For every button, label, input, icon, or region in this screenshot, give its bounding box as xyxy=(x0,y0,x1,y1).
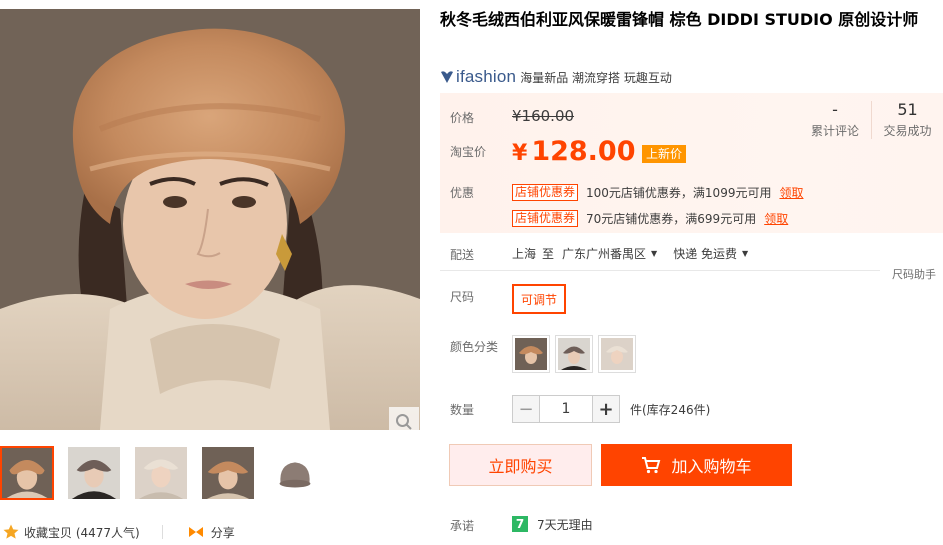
ship-to-word: 至 xyxy=(542,247,555,261)
original-price: ¥160.00 xyxy=(512,107,575,125)
shipping-method-text: 快递 免运费 xyxy=(673,247,738,261)
taobao-price-label: 淘宝价 xyxy=(450,145,487,159)
color-label: 颜色分类 xyxy=(450,340,499,354)
coupon-tag: 店铺优惠券 xyxy=(512,184,579,201)
coupon-tag: 店铺优惠券 xyxy=(512,210,579,227)
chevron-down-icon: ▼ xyxy=(742,249,749,258)
star-icon xyxy=(3,524,19,539)
size-helper-link[interactable]: 尺码助手 xyxy=(892,266,936,282)
chevron-down-icon: ▼ xyxy=(651,249,658,258)
seven-day-return-icon: 7 xyxy=(512,516,528,532)
size-label: 尺码 xyxy=(450,290,475,304)
coupon-row-1: 店铺优惠券 100元店铺优惠券，满1099元可用 领取 xyxy=(512,184,803,201)
claim-coupon-link[interactable]: 领取 xyxy=(764,210,788,227)
color-swatch-cream[interactable] xyxy=(598,335,636,373)
share-icon xyxy=(188,527,203,537)
reviews-count: - xyxy=(832,100,838,119)
quantity-stepper: − 1 + xyxy=(512,395,620,423)
current-price: ¥128.00 xyxy=(512,137,636,169)
thumbnail-3[interactable] xyxy=(134,446,188,500)
coupon-row-2: 店铺优惠券 70元店铺优惠券，满699元可用 领取 xyxy=(512,210,788,227)
destination-text: 广东广州番禺区 xyxy=(562,247,647,261)
model-photo xyxy=(0,9,420,430)
promise-text[interactable]: 7天无理由 xyxy=(537,516,593,533)
ifashion-logo-icon xyxy=(441,71,453,83)
destination-select[interactable]: 广东广州番禺区 ▼ xyxy=(562,245,657,262)
add-to-cart-button[interactable]: 加入购物车 xyxy=(601,444,792,486)
coupon-text: 70元店铺优惠券，满699元可用 xyxy=(586,212,757,226)
ship-from: 上海 xyxy=(512,247,537,261)
coupon-text: 100元店铺优惠券，满1099元可用 xyxy=(586,186,772,200)
size-option-adjustable[interactable]: 可调节 xyxy=(512,284,566,314)
main-product-image[interactable] xyxy=(0,9,420,430)
stats-box: - 累计评论 51 交易成功 xyxy=(799,101,943,139)
thumbnail-1[interactable] xyxy=(0,446,54,500)
zoom-button[interactable] xyxy=(389,407,419,430)
thumbnail-4[interactable] xyxy=(201,446,255,500)
stat-sales[interactable]: 51 交易成功 xyxy=(871,101,943,139)
product-title: 秋冬毛绒西伯利亚风保暖雷锋帽 棕色 DIDDI STUDIO 原创设计师 xyxy=(440,10,919,29)
thumbnail-5[interactable] xyxy=(268,446,322,500)
promo-label: 优惠 xyxy=(450,186,475,200)
favorite-link[interactable]: 收藏宝贝 (4477人气) xyxy=(2,523,140,541)
sales-count: 51 xyxy=(897,100,918,119)
cart-icon xyxy=(641,456,661,474)
gallery-actions: 收藏宝贝 (4477人气) 分享 xyxy=(0,521,420,543)
claim-coupon-link[interactable]: 领取 xyxy=(779,184,803,201)
decrease-button[interactable]: − xyxy=(512,395,540,423)
share-link[interactable]: 分享 xyxy=(187,524,235,541)
favorite-text: 收藏宝贝 (4477人气) xyxy=(24,525,140,540)
magnifier-icon xyxy=(396,414,412,430)
thumbnail-2[interactable] xyxy=(67,446,121,500)
brand-logo[interactable]: ifashion xyxy=(456,67,516,87)
shipping-row: 上海 至 广东广州番禺区 ▼ 快递 免运费 ▼ xyxy=(512,245,748,262)
quantity-input[interactable]: 1 xyxy=(540,395,592,423)
sales-label: 交易成功 xyxy=(883,124,932,138)
price-label: 价格 xyxy=(450,111,475,125)
buy-now-button[interactable]: 立即购买 xyxy=(449,444,592,486)
current-price-value: 128.00 xyxy=(531,136,636,167)
color-swatch-brown[interactable] xyxy=(512,335,550,373)
share-text: 分享 xyxy=(210,525,235,540)
quantity-label: 数量 xyxy=(450,403,475,417)
brand-row: ifashion 海量新品 潮流穿搭 玩趣互动 xyxy=(440,67,672,87)
divider xyxy=(440,270,880,271)
new-price-badge: 上新价 xyxy=(642,145,687,163)
price-panel: 价格 ¥160.00 淘宝价 ¥128.00 上新价 - 累计评论 51 交易成… xyxy=(440,93,943,233)
divider xyxy=(161,525,163,539)
reviews-label: 累计评论 xyxy=(810,124,859,138)
thumbnail-strip xyxy=(0,446,420,502)
stock-text: 件(库存246件) xyxy=(630,403,711,417)
brand-tags: 海量新品 潮流穿搭 玩趣互动 xyxy=(520,70,672,85)
color-swatch-gray[interactable] xyxy=(555,335,593,373)
currency-symbol: ¥ xyxy=(512,141,528,166)
shipping-label: 配送 xyxy=(450,248,475,262)
shipping-method-select[interactable]: 快递 免运费 ▼ xyxy=(673,245,748,262)
promise-label: 承诺 xyxy=(450,519,475,533)
add-to-cart-label: 加入购物车 xyxy=(671,457,752,476)
increase-button[interactable]: + xyxy=(592,395,620,423)
stat-reviews[interactable]: - 累计评论 xyxy=(799,101,871,139)
